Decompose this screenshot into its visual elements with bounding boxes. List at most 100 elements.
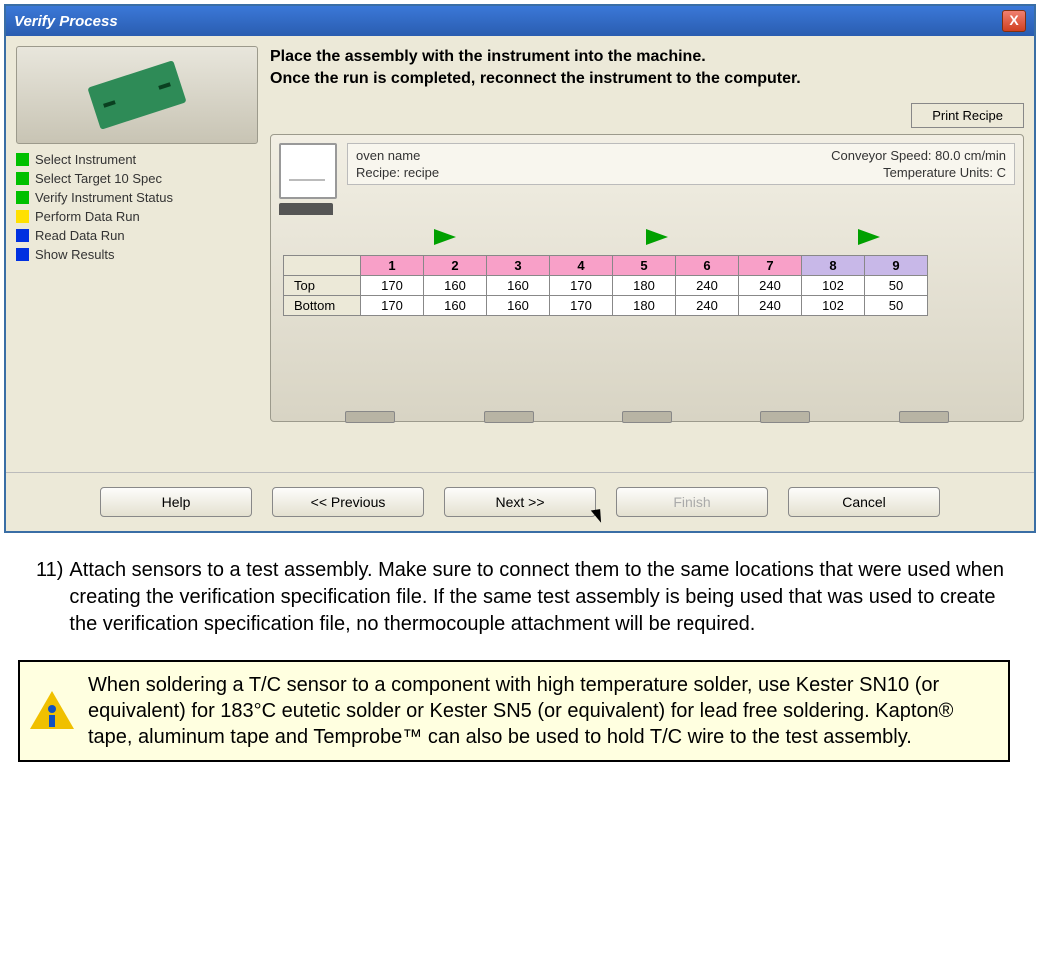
thumbnail-image xyxy=(16,46,258,144)
monitor-icon xyxy=(279,143,337,199)
step-item: Read Data Run xyxy=(16,226,256,245)
zone-cell: 240 xyxy=(676,296,739,316)
zone-cell: 240 xyxy=(676,276,739,296)
step-label: Verify Instrument Status xyxy=(35,190,173,205)
step-status-icon xyxy=(16,229,29,242)
zone-cell: 102 xyxy=(802,296,865,316)
zone-header-cell: 3 xyxy=(487,256,550,276)
print-row: Print Recipe xyxy=(270,103,1024,128)
recipe-value: recipe xyxy=(404,165,439,180)
zone-cell: 180 xyxy=(613,276,676,296)
oven-legs xyxy=(271,411,1023,425)
step-label: Show Results xyxy=(35,247,114,262)
step-status-icon xyxy=(16,172,29,185)
zone-header-cell: 9 xyxy=(865,256,928,276)
info-callout: When soldering a T/C sensor to a compone… xyxy=(18,660,1010,762)
arrows-row xyxy=(339,229,975,245)
instruction-text: Place the assembly with the instrument i… xyxy=(270,46,1024,89)
info-text: When soldering a T/C sensor to a compone… xyxy=(88,672,992,750)
zone-row-label: Bottom xyxy=(284,296,361,316)
recipe-block: Recipe: recipe xyxy=(356,165,439,180)
oven-leg-icon xyxy=(484,411,534,423)
zone-header-cell: 8 xyxy=(802,256,865,276)
info-icon xyxy=(30,689,74,733)
arrow-icon xyxy=(434,229,456,245)
zone-header-cell: 6 xyxy=(676,256,739,276)
instruction-line-1: Place the assembly with the instrument i… xyxy=(270,48,706,65)
zone-top-row: Top17016016017018024024010250 xyxy=(284,276,928,296)
zone-cell: 170 xyxy=(361,296,424,316)
list-item-number: 11) xyxy=(36,557,63,638)
oven-leg-icon xyxy=(899,411,949,423)
window-title: Verify Process xyxy=(14,13,118,30)
oven-leg-icon xyxy=(760,411,810,423)
zone-cell: 240 xyxy=(739,276,802,296)
step-item: Verify Instrument Status xyxy=(16,188,256,207)
step-label: Read Data Run xyxy=(35,228,125,243)
zone-header-blank xyxy=(284,256,361,276)
close-button[interactable]: X xyxy=(1002,10,1026,32)
step-item: Show Results xyxy=(16,245,256,264)
step-label: Select Target 10 Spec xyxy=(35,171,162,186)
step-status-icon xyxy=(16,153,29,166)
verify-process-dialog: Verify Process X Select InstrumentSelect… xyxy=(4,4,1036,533)
left-column: Select Instrument Select Target 10 Spec Ve… xyxy=(16,46,256,422)
zone-cell: 160 xyxy=(424,276,487,296)
step-status-icon xyxy=(16,210,29,223)
zone-cell: 102 xyxy=(802,276,865,296)
list-item-text: Attach sensors to a test assembly. Make … xyxy=(69,557,1010,638)
previous-button[interactable]: << Previous xyxy=(272,487,424,517)
next-button[interactable]: Next >> xyxy=(444,487,596,517)
temp-units-value: C xyxy=(997,165,1006,180)
monitor-block xyxy=(279,143,337,215)
zone-header-cell: 7 xyxy=(739,256,802,276)
zone-cell: 160 xyxy=(424,296,487,316)
step-status-icon xyxy=(16,191,29,204)
zone-cell: 50 xyxy=(865,276,928,296)
cancel-button[interactable]: Cancel xyxy=(788,487,940,517)
zone-header-cell: 2 xyxy=(424,256,487,276)
conveyor-value: 80.0 xyxy=(935,148,960,163)
temp-units-label: Temperature Units: xyxy=(883,165,993,180)
pcb-icon xyxy=(87,60,186,130)
zone-header-row: 123456789 xyxy=(284,256,928,276)
zone-cell: 170 xyxy=(550,276,613,296)
temp-units-block: Temperature Units: C xyxy=(883,165,1006,180)
zone-cell: 50 xyxy=(865,296,928,316)
document-text-area: 11) Attach sensors to a test assembly. M… xyxy=(0,537,1040,648)
zone-header-cell: 5 xyxy=(613,256,676,276)
zone-row-label: Top xyxy=(284,276,361,296)
step-status-icon xyxy=(16,248,29,261)
recipe-label: Recipe: xyxy=(356,165,400,180)
dialog-body: Select Instrument Select Target 10 Spec Ve… xyxy=(6,36,1034,432)
step-label: Perform Data Run xyxy=(35,209,140,224)
zone-cell: 160 xyxy=(487,276,550,296)
oven-header: oven name Conveyor Speed: 80.0 cm/min Re… xyxy=(279,143,1015,215)
right-column: Place the assembly with the instrument i… xyxy=(270,46,1024,422)
oven-panel: oven name Conveyor Speed: 80.0 cm/min Re… xyxy=(270,134,1024,422)
arrow-icon xyxy=(858,229,880,245)
step-item: Select Instrument xyxy=(16,150,256,169)
step-label: Select Instrument xyxy=(35,152,136,167)
zone-cell: 180 xyxy=(613,296,676,316)
step-item: Perform Data Run xyxy=(16,207,256,226)
button-row: Help << Previous Next >> Finish Cancel xyxy=(6,472,1034,531)
zone-header-cell: 4 xyxy=(550,256,613,276)
conveyor-block: Conveyor Speed: 80.0 cm/min xyxy=(831,148,1006,163)
oven-leg-icon xyxy=(345,411,395,423)
oven-leg-icon xyxy=(622,411,672,423)
print-recipe-button[interactable]: Print Recipe xyxy=(911,103,1024,128)
zone-bottom-row: Bottom17016016017018024024010250 xyxy=(284,296,928,316)
help-button[interactable]: Help xyxy=(100,487,252,517)
zone-table: 123456789 Top17016016017018024024010250 … xyxy=(283,255,928,316)
conveyor-label: Conveyor Speed: xyxy=(831,148,931,163)
zone-header-cell: 1 xyxy=(361,256,424,276)
titlebar: Verify Process X xyxy=(6,6,1034,36)
arrow-icon xyxy=(646,229,668,245)
zone-cell: 170 xyxy=(361,276,424,296)
zone-cell: 240 xyxy=(739,296,802,316)
keyboard-icon xyxy=(279,203,333,215)
step-list: Select Instrument Select Target 10 Spec Ve… xyxy=(16,150,256,264)
zone-cell: 170 xyxy=(550,296,613,316)
oven-name-label: oven name xyxy=(356,148,420,163)
